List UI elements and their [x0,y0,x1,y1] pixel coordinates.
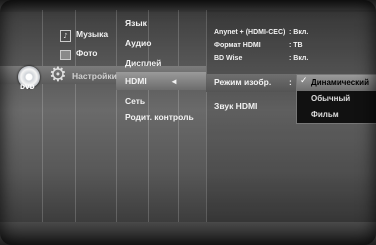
column-divider [116,10,117,222]
column-divider [75,10,76,222]
column-divider [42,10,43,222]
option-dynamic[interactable]: Динамический [297,75,376,91]
setting-picture-mode-colon: : [289,77,292,87]
category-settings[interactable]: Настройки [72,71,117,81]
menu-item-network[interactable]: Сеть [125,96,145,106]
disc-icon-label: DVD [20,84,35,91]
menu-item-language[interactable]: Язык [125,18,147,28]
setting-hdmi-sound-label[interactable]: Звук HDMI [214,101,257,111]
setting-hdmi-format-value: : ТВ [289,42,303,49]
menu-item-display[interactable]: Дисплей [125,58,161,68]
option-dynamic-label: Динамический [311,78,370,87]
setting-bdwise-label[interactable]: BD Wise [214,55,242,62]
option-normal-label: Обычный [311,94,351,103]
option-movie[interactable]: Фильм [297,107,376,123]
option-normal[interactable]: Обычный [297,91,376,107]
selected-arrow-icon: ◂ [172,76,177,86]
menu-item-parental[interactable]: Родит. контроль [125,112,194,122]
checkmark-icon: ✓ [300,76,308,86]
setting-picture-mode-label[interactable]: Режим изобр. [214,77,271,87]
setting-bdwise-value: : Вкл. [289,55,309,62]
bottom-band [0,222,376,245]
gear-icon[interactable]: ⚙ [49,64,67,84]
menu-screen: DVD ⚙ ♪ Музыка Фото Настройки Язык Аудио… [0,0,376,245]
picture-mode-dropdown[interactable]: Динамический Обычный Фильм [296,74,376,124]
menu-item-hdmi[interactable]: HDMI [125,76,147,86]
category-music[interactable]: Музыка [76,29,108,39]
setting-anynet-value: : Вкл. [289,29,309,36]
photo-icon [60,50,71,60]
category-photo[interactable]: Фото [76,48,97,58]
music-icon: ♪ [60,30,71,42]
column-divider [206,10,207,222]
menu-item-audio[interactable]: Аудио [125,38,151,48]
option-movie-label: Фильм [311,110,339,119]
setting-hdmi-format-label[interactable]: Формат HDMI [214,42,261,49]
setting-anynet-label[interactable]: Anynet + (HDMI-CEC) [214,29,285,36]
